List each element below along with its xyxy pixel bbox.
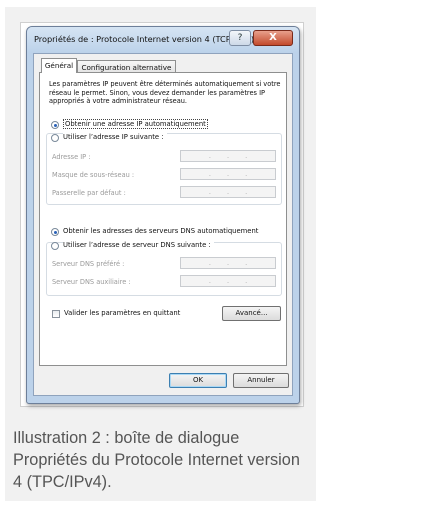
subnet-mask-input[interactable]: . . . xyxy=(180,168,276,180)
preferred-dns-input[interactable]: . . . xyxy=(180,257,276,269)
radio-ip-auto[interactable] xyxy=(51,121,59,129)
preferred-dns-label: Serveur DNS préféré : xyxy=(52,260,125,268)
title-bar[interactable]: Propriétés de : Protocole Internet versi… xyxy=(27,27,299,53)
radio-ip-manual[interactable] xyxy=(51,134,59,142)
advanced-button[interactable]: Avancé... xyxy=(222,306,281,321)
ip-address-label: Adresse IP : xyxy=(52,153,91,161)
description-text: Les paramètres IP peuvent être déterminé… xyxy=(49,80,281,105)
alternate-dns-input[interactable]: . . . xyxy=(180,275,276,287)
close-button[interactable]: X xyxy=(253,30,293,46)
cancel-button[interactable]: Annuler xyxy=(233,373,289,388)
tab-general[interactable]: Général xyxy=(41,58,77,73)
validate-settings-label: Valider les paramètres en quittant xyxy=(64,309,181,317)
alternate-dns-label: Serveur DNS auxiliaire : xyxy=(52,278,131,286)
subnet-mask-label: Masque de sous-réseau : xyxy=(52,171,135,179)
default-gateway-input[interactable]: . . . xyxy=(180,186,276,198)
dns-manual-label: Utiliser l’adresse de serveur DNS suivan… xyxy=(63,241,214,249)
radio-dns-manual[interactable] xyxy=(51,242,59,250)
help-button[interactable]: ? xyxy=(229,30,251,46)
ip-manual-label: Utiliser l’adresse IP suivante : xyxy=(63,133,167,141)
ip-auto-label: Obtenir une adresse IP automatiquement xyxy=(63,119,208,129)
ok-button[interactable]: OK xyxy=(169,373,227,388)
figure-caption: Illustration 2 : boîte de dialogue Propr… xyxy=(13,429,300,491)
dialog-title: Propriétés de : Protocole Internet versi… xyxy=(34,34,255,44)
tcpip-properties-dialog: Propriétés de : Protocole Internet versi… xyxy=(26,26,300,404)
general-tab-panel: Les paramètres IP peuvent être déterminé… xyxy=(39,72,287,366)
dns-server-group xyxy=(46,242,282,296)
validate-settings-checkbox[interactable] xyxy=(52,310,60,318)
dns-auto-label: Obtenir les adresses des serveurs DNS au… xyxy=(63,227,259,235)
default-gateway-label: Passerelle par défaut : xyxy=(52,189,126,197)
screenshot-frame: Propriétés de : Protocole Internet versi… xyxy=(20,22,304,407)
ip-address-input[interactable]: . . . xyxy=(180,150,276,162)
figure-card: Propriétés de : Protocole Internet versi… xyxy=(5,7,316,501)
dialog-client-area: Général Configuration alternative Les pa… xyxy=(33,53,293,396)
radio-dns-auto[interactable] xyxy=(51,228,59,236)
